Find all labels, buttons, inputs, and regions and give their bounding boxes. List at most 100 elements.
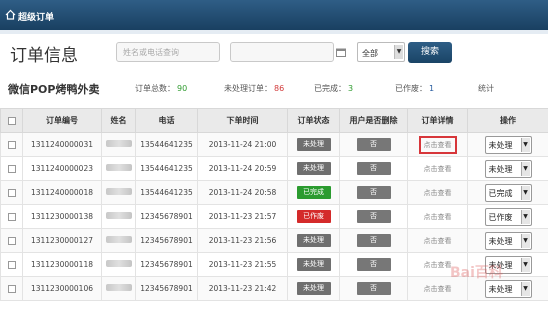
operation-value: 已作废 xyxy=(488,212,513,222)
phone: 13544641235 xyxy=(135,156,198,181)
table-header-row: 订单编号 姓名 电话 下单时间 订单状态 用户是否删除 订单详情 操作 xyxy=(0,108,548,133)
row-checkbox[interactable] xyxy=(7,189,16,197)
order-time: 2013-11-24 21:00 xyxy=(197,132,288,157)
row-select-cell[interactable] xyxy=(0,180,23,205)
deleted-badge: 否 xyxy=(356,138,391,151)
deleted-badge: 否 xyxy=(356,162,391,175)
operation-cell: 未处理 ▼ xyxy=(467,132,548,157)
row-select-cell[interactable] xyxy=(0,228,23,253)
customer-name-redacted xyxy=(105,212,132,219)
watermark-logo: Bai百科 xyxy=(450,265,503,281)
column-header: 订单编号 xyxy=(22,108,102,133)
row-select-cell[interactable] xyxy=(0,132,23,157)
stat-label: 未处理订单： xyxy=(224,84,272,93)
phone: 12345678901 xyxy=(135,252,198,277)
stat-item: 已作废： 1 xyxy=(395,83,434,94)
view-detail-link[interactable]: 点击查看 xyxy=(420,186,456,200)
row-select-cell[interactable] xyxy=(0,276,23,301)
deleted-badge: 否 xyxy=(356,210,391,223)
view-detail-link[interactable]: 点击查看 xyxy=(420,234,456,248)
stat-label: 已完成： xyxy=(314,84,346,93)
search-button[interactable]: 搜索 xyxy=(408,42,452,63)
row-checkbox[interactable] xyxy=(7,285,16,293)
operation-select[interactable]: 未处理 ▼ xyxy=(484,159,532,178)
row-checkbox[interactable] xyxy=(7,165,16,173)
row-checkbox[interactable] xyxy=(7,261,16,269)
status-filter-select[interactable]: 全部 ▼ xyxy=(357,42,405,62)
table-row: 1311240000018 13544641235 2013-11-24 20:58… xyxy=(0,180,548,205)
status-badge: 已作废 xyxy=(296,210,331,223)
date-input[interactable] xyxy=(230,42,334,62)
operation-value: 未处理 xyxy=(488,236,513,246)
status-badge: 未处理 xyxy=(296,282,331,295)
customer-name-redacted xyxy=(105,188,132,195)
phone: 13544641235 xyxy=(135,180,198,205)
table-row: 1311240000031 13544641235 2013-11-24 21:00… xyxy=(0,132,548,157)
shop-name: 微信POP烤鸭外卖 xyxy=(8,83,100,96)
status-badge: 未处理 xyxy=(296,138,331,151)
operation-select[interactable]: 已完成 ▼ xyxy=(484,183,532,202)
calendar-icon[interactable] xyxy=(336,48,346,57)
deleted-cell: 否 xyxy=(339,132,408,157)
phone: 12345678901 xyxy=(135,276,198,301)
phone: 12345678901 xyxy=(135,228,198,253)
detail-cell: 点击查看 xyxy=(407,180,468,205)
view-detail-link[interactable]: 点击查看 xyxy=(420,210,456,224)
customer-name-cell xyxy=(101,228,136,253)
view-detail-link[interactable]: 点击查看 xyxy=(418,135,457,154)
order-id: 1311240000031 xyxy=(22,132,102,157)
operation-select[interactable]: 未处理 ▼ xyxy=(484,231,532,250)
operation-select[interactable]: 未处理 ▼ xyxy=(484,135,532,154)
order-id: 1311230000138 xyxy=(22,204,102,229)
status-badge: 未处理 xyxy=(296,162,331,175)
stat-item[interactable]: 统计 xyxy=(478,83,496,94)
page-title: 订单信息 xyxy=(10,46,78,66)
view-detail-link[interactable]: 点击查看 xyxy=(420,282,456,296)
chevron-down-icon: ▼ xyxy=(520,209,530,224)
chevron-down-icon: ▼ xyxy=(520,137,530,152)
chevron-down-icon: ▼ xyxy=(520,185,530,200)
column-header: 电话 xyxy=(135,108,198,133)
row-select-cell[interactable] xyxy=(0,252,23,277)
stat-value: 90 xyxy=(177,84,188,93)
table-row: 1311230000127 12345678901 2013-11-23 21:56… xyxy=(0,228,548,253)
detail-cell: 点击查看 xyxy=(407,156,468,181)
order-id: 1311240000023 xyxy=(22,156,102,181)
detail-cell: 点击查看 xyxy=(407,204,468,229)
stat-label: 统计 xyxy=(478,84,494,93)
operation-cell: 未处理 ▼ xyxy=(467,228,548,253)
status-badge: 已完成 xyxy=(296,186,331,199)
column-header: 姓名 xyxy=(101,108,136,133)
order-time: 2013-11-23 21:42 xyxy=(197,276,288,301)
stat-value: 86 xyxy=(274,84,285,93)
customer-name-redacted xyxy=(105,140,132,147)
select-all-cell[interactable] xyxy=(0,108,23,133)
order-time: 2013-11-23 21:56 xyxy=(197,228,288,253)
column-header: 下单时间 xyxy=(197,108,288,133)
row-checkbox[interactable] xyxy=(7,213,16,221)
deleted-cell: 否 xyxy=(339,252,408,277)
deleted-badge: 否 xyxy=(356,234,391,247)
operation-value: 已完成 xyxy=(488,188,513,198)
row-select-cell[interactable] xyxy=(0,204,23,229)
row-checkbox[interactable] xyxy=(7,237,16,245)
operation-select[interactable]: 未处理 ▼ xyxy=(484,279,532,298)
chevron-down-icon: ▼ xyxy=(394,45,403,59)
search-input[interactable]: 姓名或电话查询 xyxy=(116,42,220,62)
operation-select[interactable]: 已作废 ▼ xyxy=(484,207,532,226)
phone: 13544641235 xyxy=(135,132,198,157)
detail-cell: 点击查看 xyxy=(407,228,468,253)
view-detail-link[interactable]: 点击查看 xyxy=(420,162,456,176)
status-badge: 未处理 xyxy=(296,258,331,271)
row-select-cell[interactable] xyxy=(0,156,23,181)
column-header: 用户是否删除 xyxy=(339,108,408,133)
row-checkbox[interactable] xyxy=(7,141,16,149)
column-header: 订单状态 xyxy=(287,108,340,133)
column-header: 操作 xyxy=(467,108,548,133)
table-row: 1311240000023 13544641235 2013-11-24 20:59… xyxy=(0,156,548,181)
select-all-checkbox[interactable] xyxy=(7,116,16,125)
operation-cell: 已完成 ▼ xyxy=(467,180,548,205)
deleted-cell: 否 xyxy=(339,204,408,229)
customer-name-redacted xyxy=(105,236,132,243)
order-id: 1311230000118 xyxy=(22,252,102,277)
